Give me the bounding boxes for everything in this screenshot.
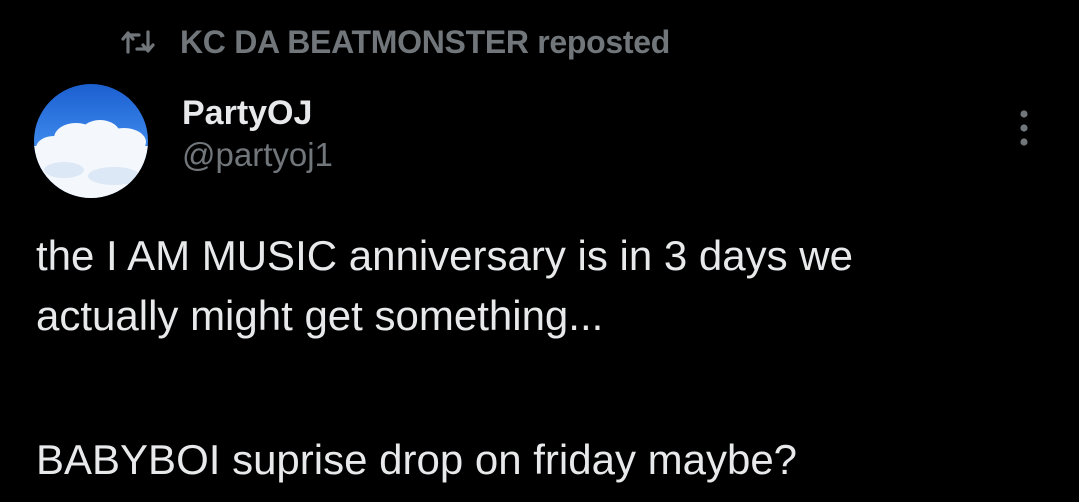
repost-label[interactable]: KC DA BEATMONSTER reposted [180,24,670,61]
avatar[interactable] [34,84,148,198]
user-handle[interactable]: @partyoj1 [182,134,333,176]
tweet-line: the I AM MUSIC anniversary is in 3 days … [36,232,853,279]
more-options-button[interactable] [1006,108,1042,152]
tweet-line: actually might get something... [36,292,604,339]
repost-context[interactable]: KC DA BEATMONSTER reposted [118,20,670,64]
more-vertical-icon [1018,108,1030,153]
display-name[interactable]: PartyOJ [182,92,333,134]
tweet-line: BABYBOI suprise drop on friday maybe? [36,436,798,483]
repost-icon [118,22,158,62]
author-block[interactable]: PartyOJ @partyoj1 [182,92,333,176]
tweet-text: the I AM MUSIC anniversary is in 3 days … [36,226,1056,490]
